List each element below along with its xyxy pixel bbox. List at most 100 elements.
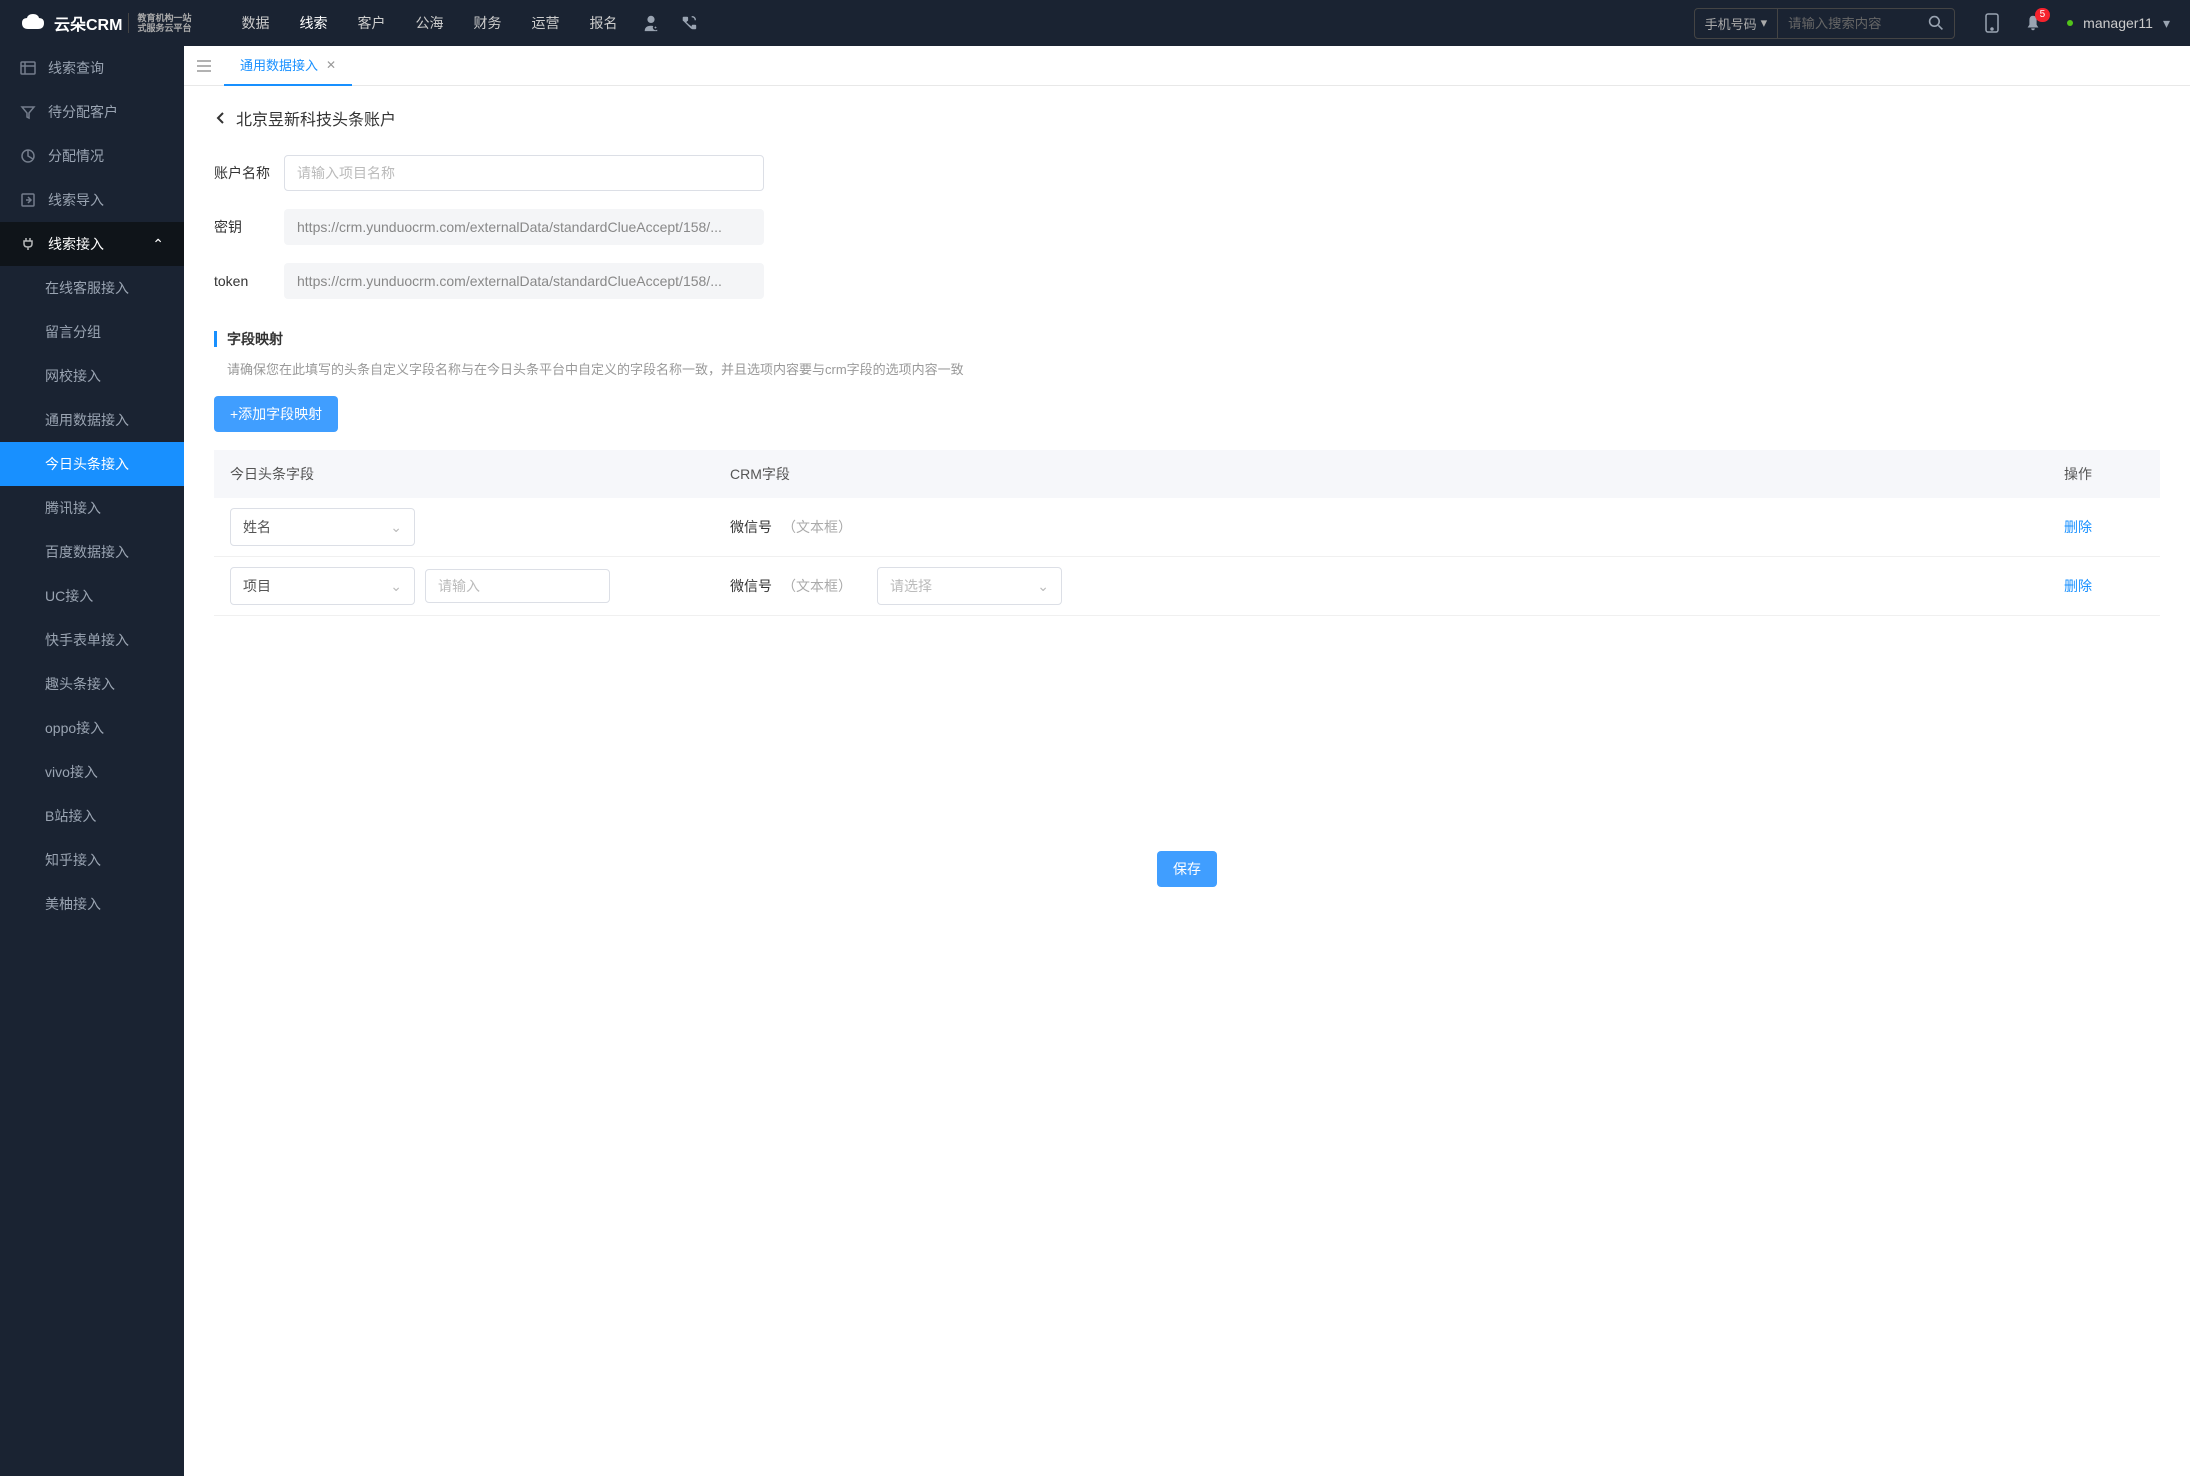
add-mapping-button[interactable]: +添加字段映射: [214, 396, 338, 432]
sidebar-subitem-7[interactable]: UC接入: [0, 574, 184, 618]
sidebar-subitem-9[interactable]: 趣头条接入: [0, 662, 184, 706]
notification-badge: 5: [2035, 8, 2051, 22]
delete-link[interactable]: 删除: [2064, 519, 2092, 535]
crm-field-label: 微信号: [730, 576, 772, 596]
logo-text: 云朵CRM: [54, 11, 122, 35]
sidebar-item-label: 待分配客户: [48, 102, 118, 122]
crm-field-label: 微信号: [730, 517, 772, 537]
nav-customer[interactable]: 客户: [357, 13, 385, 33]
filter-icon: [20, 104, 36, 120]
sidebar-subitem-13[interactable]: 知乎接入: [0, 838, 184, 882]
nav-public[interactable]: 公海: [415, 13, 443, 33]
sidebar-item-label: vivo接入: [45, 762, 98, 782]
chevron-up-icon: ⌃: [152, 236, 164, 253]
sidebar-subitem-8[interactable]: 快手表单接入: [0, 618, 184, 662]
table-row: 项目⌄ 微信号 （文本框） 请选择⌄ 删除: [214, 557, 2160, 616]
sidebar-subitem-11[interactable]: vivo接入: [0, 750, 184, 794]
sidebar: 线索查询待分配客户分配情况线索导入线索接入⌃ 在线客服接入留言分组网校接入通用数据…: [0, 46, 184, 1476]
sidebar-item-4[interactable]: 线索接入⌃: [0, 222, 184, 266]
collapse-menu-icon[interactable]: [184, 59, 224, 73]
sidebar-subitem-6[interactable]: 百度数据接入: [0, 530, 184, 574]
close-icon[interactable]: ✕: [326, 58, 336, 72]
logo[interactable]: 云朵CRM 教育机构一站 式服务云平台: [20, 9, 211, 37]
form-row-account: 账户名称: [214, 155, 2160, 191]
user-plus-icon[interactable]: [642, 14, 660, 32]
nav-signup[interactable]: 报名: [589, 13, 617, 33]
secret-input[interactable]: [284, 209, 764, 245]
delete-link[interactable]: 删除: [2064, 578, 2092, 594]
sidebar-item-label: UC接入: [45, 586, 93, 606]
sidebar-item-label: 线索查询: [48, 58, 104, 78]
crm-field-type: （文本框）: [782, 517, 852, 537]
account-label: 账户名称: [214, 163, 284, 183]
sidebar-subitem-4[interactable]: 今日头条接入: [0, 442, 184, 486]
chevron-down-icon: ⌄: [1037, 578, 1049, 595]
sidebar-subitem-0[interactable]: 在线客服接入: [0, 266, 184, 310]
cloud-icon: [20, 9, 48, 37]
form-row-secret: 密钥: [214, 209, 2160, 245]
table-row: 姓名⌄ 微信号 （文本框） 删除: [214, 498, 2160, 557]
chevron-down-icon: ⌄: [390, 578, 402, 595]
sidebar-subitem-2[interactable]: 网校接入: [0, 354, 184, 398]
nav-clue[interactable]: 线索: [299, 13, 327, 33]
notifications[interactable]: 5: [2024, 14, 2042, 32]
sidebar-item-label: 线索导入: [48, 190, 104, 210]
sidebar-item-label: 知乎接入: [45, 850, 101, 870]
sidebar-item-label: B站接入: [45, 806, 96, 826]
nav-data[interactable]: 数据: [241, 13, 269, 33]
search-input[interactable]: [1778, 11, 1918, 36]
nav-finance[interactable]: 财务: [473, 13, 501, 33]
user-name: manager11: [2083, 15, 2153, 31]
page-title: 北京昱新科技头条账户: [236, 106, 396, 130]
section-title: 字段映射: [214, 329, 2160, 349]
sidebar-item-label: 快手表单接入: [45, 630, 129, 650]
col-toutiao: 今日头条字段: [230, 464, 730, 484]
sidebar-subitem-1[interactable]: 留言分组: [0, 310, 184, 354]
mapping-title: 字段映射: [227, 329, 283, 349]
footer-bar: 保存: [214, 836, 2160, 902]
search-button[interactable]: [1918, 10, 1954, 36]
back-button[interactable]: [214, 111, 228, 125]
sidebar-item-1[interactable]: 待分配客户: [0, 90, 184, 134]
toutiao-field-select[interactable]: 姓名⌄: [230, 508, 415, 546]
sidebar-item-label: 百度数据接入: [45, 542, 129, 562]
main: 通用数据接入 ✕ 北京昱新科技头条账户 账户名称 密钥 token: [184, 46, 2190, 1476]
sidebar-subitem-5[interactable]: 腾讯接入: [0, 486, 184, 530]
crm-value-select[interactable]: 请选择⌄: [877, 567, 1062, 605]
token-input[interactable]: [284, 263, 764, 299]
status-dot-icon: [2067, 20, 2073, 26]
chevron-down-icon: ▾: [2163, 15, 2170, 32]
sidebar-subitem-3[interactable]: 通用数据接入: [0, 398, 184, 442]
top-bar: 云朵CRM 教育机构一站 式服务云平台 数据 线索 客户 公海 财务 运营 报名…: [0, 0, 2190, 46]
sidebar-item-label: 趣头条接入: [45, 674, 115, 694]
crm-field-type: （文本框）: [782, 576, 852, 596]
account-input[interactable]: [284, 155, 764, 191]
toutiao-field-select[interactable]: 项目⌄: [230, 567, 415, 605]
sidebar-item-label: 留言分组: [45, 322, 101, 342]
sidebar-subitem-14[interactable]: 美柚接入: [0, 882, 184, 926]
save-button[interactable]: 保存: [1157, 851, 1217, 887]
sidebar-item-label: 今日头条接入: [45, 454, 129, 474]
tab-label: 通用数据接入: [240, 55, 318, 74]
chevron-down-icon: ▾: [1761, 15, 1768, 31]
sidebar-item-0[interactable]: 线索查询: [0, 46, 184, 90]
col-crm: CRM字段: [730, 464, 2064, 484]
nav-ops[interactable]: 运营: [531, 13, 559, 33]
sidebar-item-label: 在线客服接入: [45, 278, 129, 298]
tabs-bar: 通用数据接入 ✕: [184, 46, 2190, 86]
plug-icon: [20, 236, 36, 252]
sidebar-subitem-12[interactable]: B站接入: [0, 794, 184, 838]
phone-icon[interactable]: [680, 14, 698, 32]
logo-subtitle: 教育机构一站 式服务云平台: [128, 13, 191, 33]
sidebar-subitem-10[interactable]: oppo接入: [0, 706, 184, 750]
sidebar-item-3[interactable]: 线索导入: [0, 178, 184, 222]
user-menu[interactable]: manager11 ▾: [2067, 15, 2170, 32]
tab-general-data[interactable]: 通用数据接入 ✕: [224, 46, 352, 86]
mobile-icon[interactable]: [1985, 13, 1999, 33]
right-icons: 5: [1985, 13, 2042, 33]
search-box: 手机号码 ▾: [1694, 8, 1956, 39]
nav-menu: 数据 线索 客户 公海 财务 运营 报名: [241, 13, 617, 33]
sidebar-item-2[interactable]: 分配情况: [0, 134, 184, 178]
extra-input[interactable]: [425, 569, 610, 603]
search-type-select[interactable]: 手机号码 ▾: [1695, 9, 1779, 38]
